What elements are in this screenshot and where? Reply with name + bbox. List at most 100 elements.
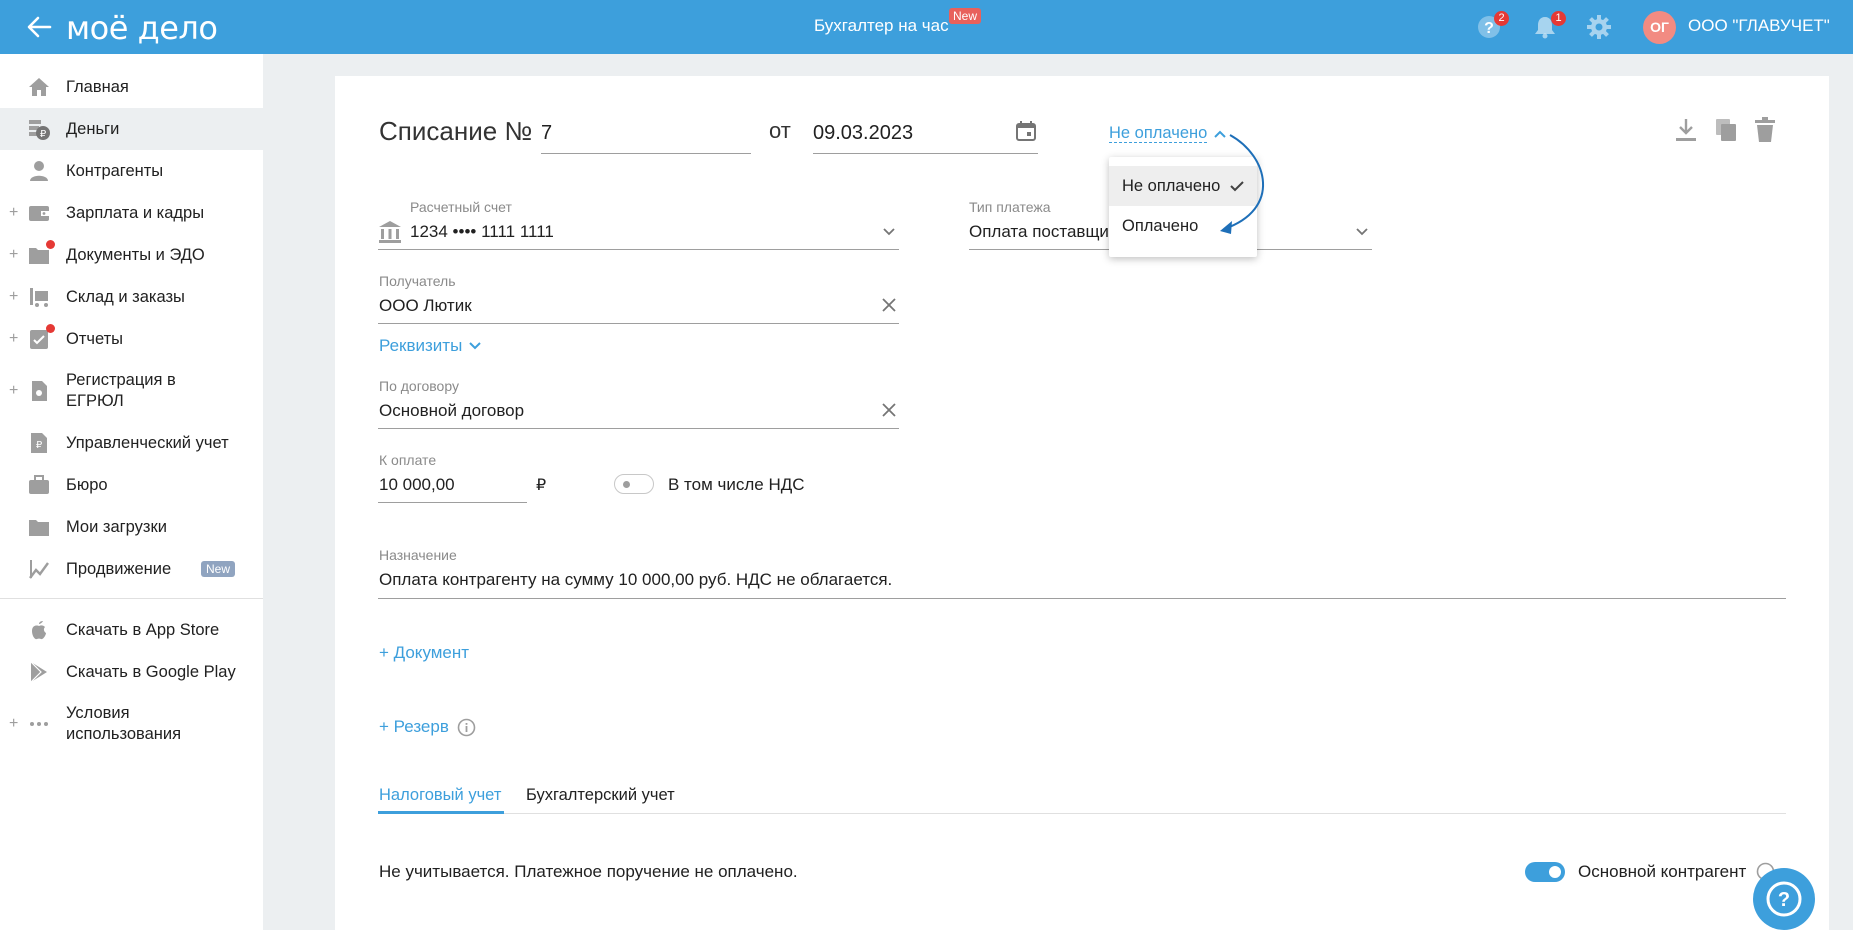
sidebar-item-label: Управленческий учет (66, 433, 229, 452)
sidebar-item-label: Контрагенты (66, 161, 164, 180)
top-bar: моё дело Бухгалтер на час New ? 2 1 ОГ О… (0, 0, 1853, 54)
sidebar-item-documents[interactable]: + Документы и ЭДО (0, 234, 263, 276)
management-icon: ₽ (31, 433, 47, 453)
clear-icon[interactable] (881, 297, 897, 313)
sidebar-item-google-play[interactable]: Скачать в Google Play (0, 651, 263, 693)
main-counterparty-label: Основной контрагент (1578, 862, 1747, 881)
registration-icon (32, 381, 47, 401)
back-arrow-icon[interactable] (24, 12, 54, 42)
accountant-per-hour-link[interactable]: Бухгалтер на час (814, 16, 949, 36)
help-chat-button[interactable]: ? (1753, 868, 1815, 930)
main-counterparty-toggle[interactable] (1525, 862, 1565, 882)
sidebar-item-label: Скачать в Google Play (66, 662, 236, 681)
vat-toggle[interactable] (614, 474, 654, 494)
amount-value: 10 000,00 (379, 475, 455, 494)
google-play-icon (30, 661, 47, 683)
chevron-down-icon[interactable] (469, 342, 481, 350)
tab-active-indicator (378, 811, 504, 814)
contract-field[interactable]: Основной договор (378, 393, 899, 429)
recipient-label: Получатель (379, 273, 456, 289)
purpose-field[interactable]: Оплата контрагенту на сумму 10 000,00 ру… (378, 562, 1786, 599)
info-icon[interactable] (457, 718, 476, 737)
sidebar-item-label: Главная (66, 77, 129, 96)
sidebar-item-my-downloads[interactable]: Мои загрузки (0, 506, 263, 548)
wallet-icon (29, 206, 49, 221)
expand-plus-icon[interactable]: + (9, 246, 18, 264)
sidebar-item-reports[interactable]: + Отчеты (0, 318, 263, 360)
add-reserve-link[interactable]: + Резерв (379, 717, 449, 737)
chevron-down-icon (883, 228, 895, 236)
sidebar-item-label: Скачать в App Store (66, 620, 220, 639)
expand-plus-icon[interactable]: + (9, 715, 18, 733)
sidebar-item-bureau[interactable]: Бюро (0, 464, 263, 506)
sidebar-item-label: Отчеты (66, 329, 124, 348)
tabs-divider (378, 813, 1786, 814)
notification-dot (46, 240, 55, 249)
contract-value: Основной договор (379, 401, 525, 420)
apple-icon (32, 621, 46, 640)
svg-text:₽: ₽ (36, 440, 43, 451)
sidebar-item-promotion[interactable]: Продвижение New (0, 548, 263, 590)
sidebar-item-label: Продвижение (66, 559, 172, 578)
sidebar-item-registration[interactable]: + Регистрация в ЕГРЮЛ (0, 360, 263, 422)
notification-dot (46, 324, 55, 333)
status-option-label: Не оплачено (1122, 177, 1221, 195)
chart-icon (29, 560, 49, 579)
number-field[interactable]: 7 (541, 114, 751, 154)
payment-type-label: Тип платежа (969, 199, 1051, 215)
question-icon: ? (1766, 881, 1802, 917)
money-icon: ₽ (29, 120, 50, 140)
expand-plus-icon[interactable]: + (9, 382, 18, 400)
sidebar-item-home[interactable]: Главная (0, 66, 263, 108)
status-dropdown[interactable]: Не оплачено (1109, 124, 1208, 143)
avatar[interactable]: ОГ (1643, 11, 1676, 44)
expand-plus-icon[interactable]: + (9, 204, 18, 222)
recipient-field[interactable]: ООО Лютик (378, 288, 899, 324)
sidebar-item-label: Деньги (66, 119, 120, 138)
sidebar-item-money[interactable]: ₽ Деньги (0, 108, 263, 150)
account-select[interactable]: 1234 •••• 1111 1111 (378, 214, 899, 250)
date-value: 09.03.2023 (813, 122, 914, 144)
sidebar-divider (0, 598, 263, 599)
date-field[interactable]: 09.03.2023 (813, 114, 1038, 154)
gear-icon[interactable] (1586, 14, 1612, 40)
sidebar-item-management-accounting[interactable]: ₽ Управленческий учет (0, 422, 263, 464)
annotation-arrow-icon (1220, 134, 1265, 234)
add-document-link[interactable]: + Документ (379, 643, 469, 663)
sidebar-item-warehouse[interactable]: + Склад и заказы (0, 276, 263, 318)
new-badge: New (201, 561, 236, 577)
help-counter: 2 (1494, 11, 1509, 26)
logo[interactable]: моё дело (66, 9, 218, 47)
expand-plus-icon[interactable]: + (9, 330, 18, 348)
requisites-link[interactable]: Реквизиты (379, 336, 462, 356)
tab-tax-accounting[interactable]: Налоговый учет (379, 786, 501, 805)
sidebar-item-label: Склад и заказы (66, 287, 185, 306)
copy-icon[interactable] (1714, 117, 1738, 143)
tab-bookkeeping[interactable]: Бухгалтерский учет (526, 786, 675, 805)
sidebar-item-salary[interactable]: + Зарплата и кадры (0, 192, 263, 234)
amount-field[interactable]: 10 000,00 (378, 467, 527, 503)
recipient-value: ООО Лютик (379, 296, 472, 315)
briefcase-icon (29, 475, 49, 494)
person-icon (30, 161, 48, 181)
sidebar-item-terms[interactable]: + Условия использования (0, 693, 263, 755)
clear-icon[interactable] (881, 402, 897, 418)
sidebar-item-label: Условия использования (66, 704, 182, 743)
sidebar-item-counterparties[interactable]: Контрагенты (0, 150, 263, 192)
sidebar-item-app-store[interactable]: Скачать в App Store (0, 609, 263, 651)
currency-symbol: ₽ (536, 475, 547, 494)
account-label: Расчетный счет (410, 199, 512, 215)
folder-icon (29, 520, 49, 536)
download-icon[interactable] (1674, 117, 1698, 143)
company-name[interactable]: ООО "ГЛАВУЧЕТ" (1688, 16, 1830, 36)
expand-plus-icon[interactable]: + (9, 288, 18, 306)
calendar-icon[interactable] (1015, 120, 1037, 142)
sidebar-item-label: Бюро (66, 475, 108, 494)
svg-text:₽: ₽ (40, 129, 47, 140)
svg-text:?: ? (1484, 20, 1494, 37)
amount-label: К оплате (379, 452, 437, 468)
more-dots-icon (30, 722, 48, 726)
sidebar-item-label: Зарплата и кадры (66, 203, 205, 222)
trash-icon[interactable] (1753, 117, 1777, 143)
sidebar-item-label: Документы и ЭДО (66, 245, 205, 264)
